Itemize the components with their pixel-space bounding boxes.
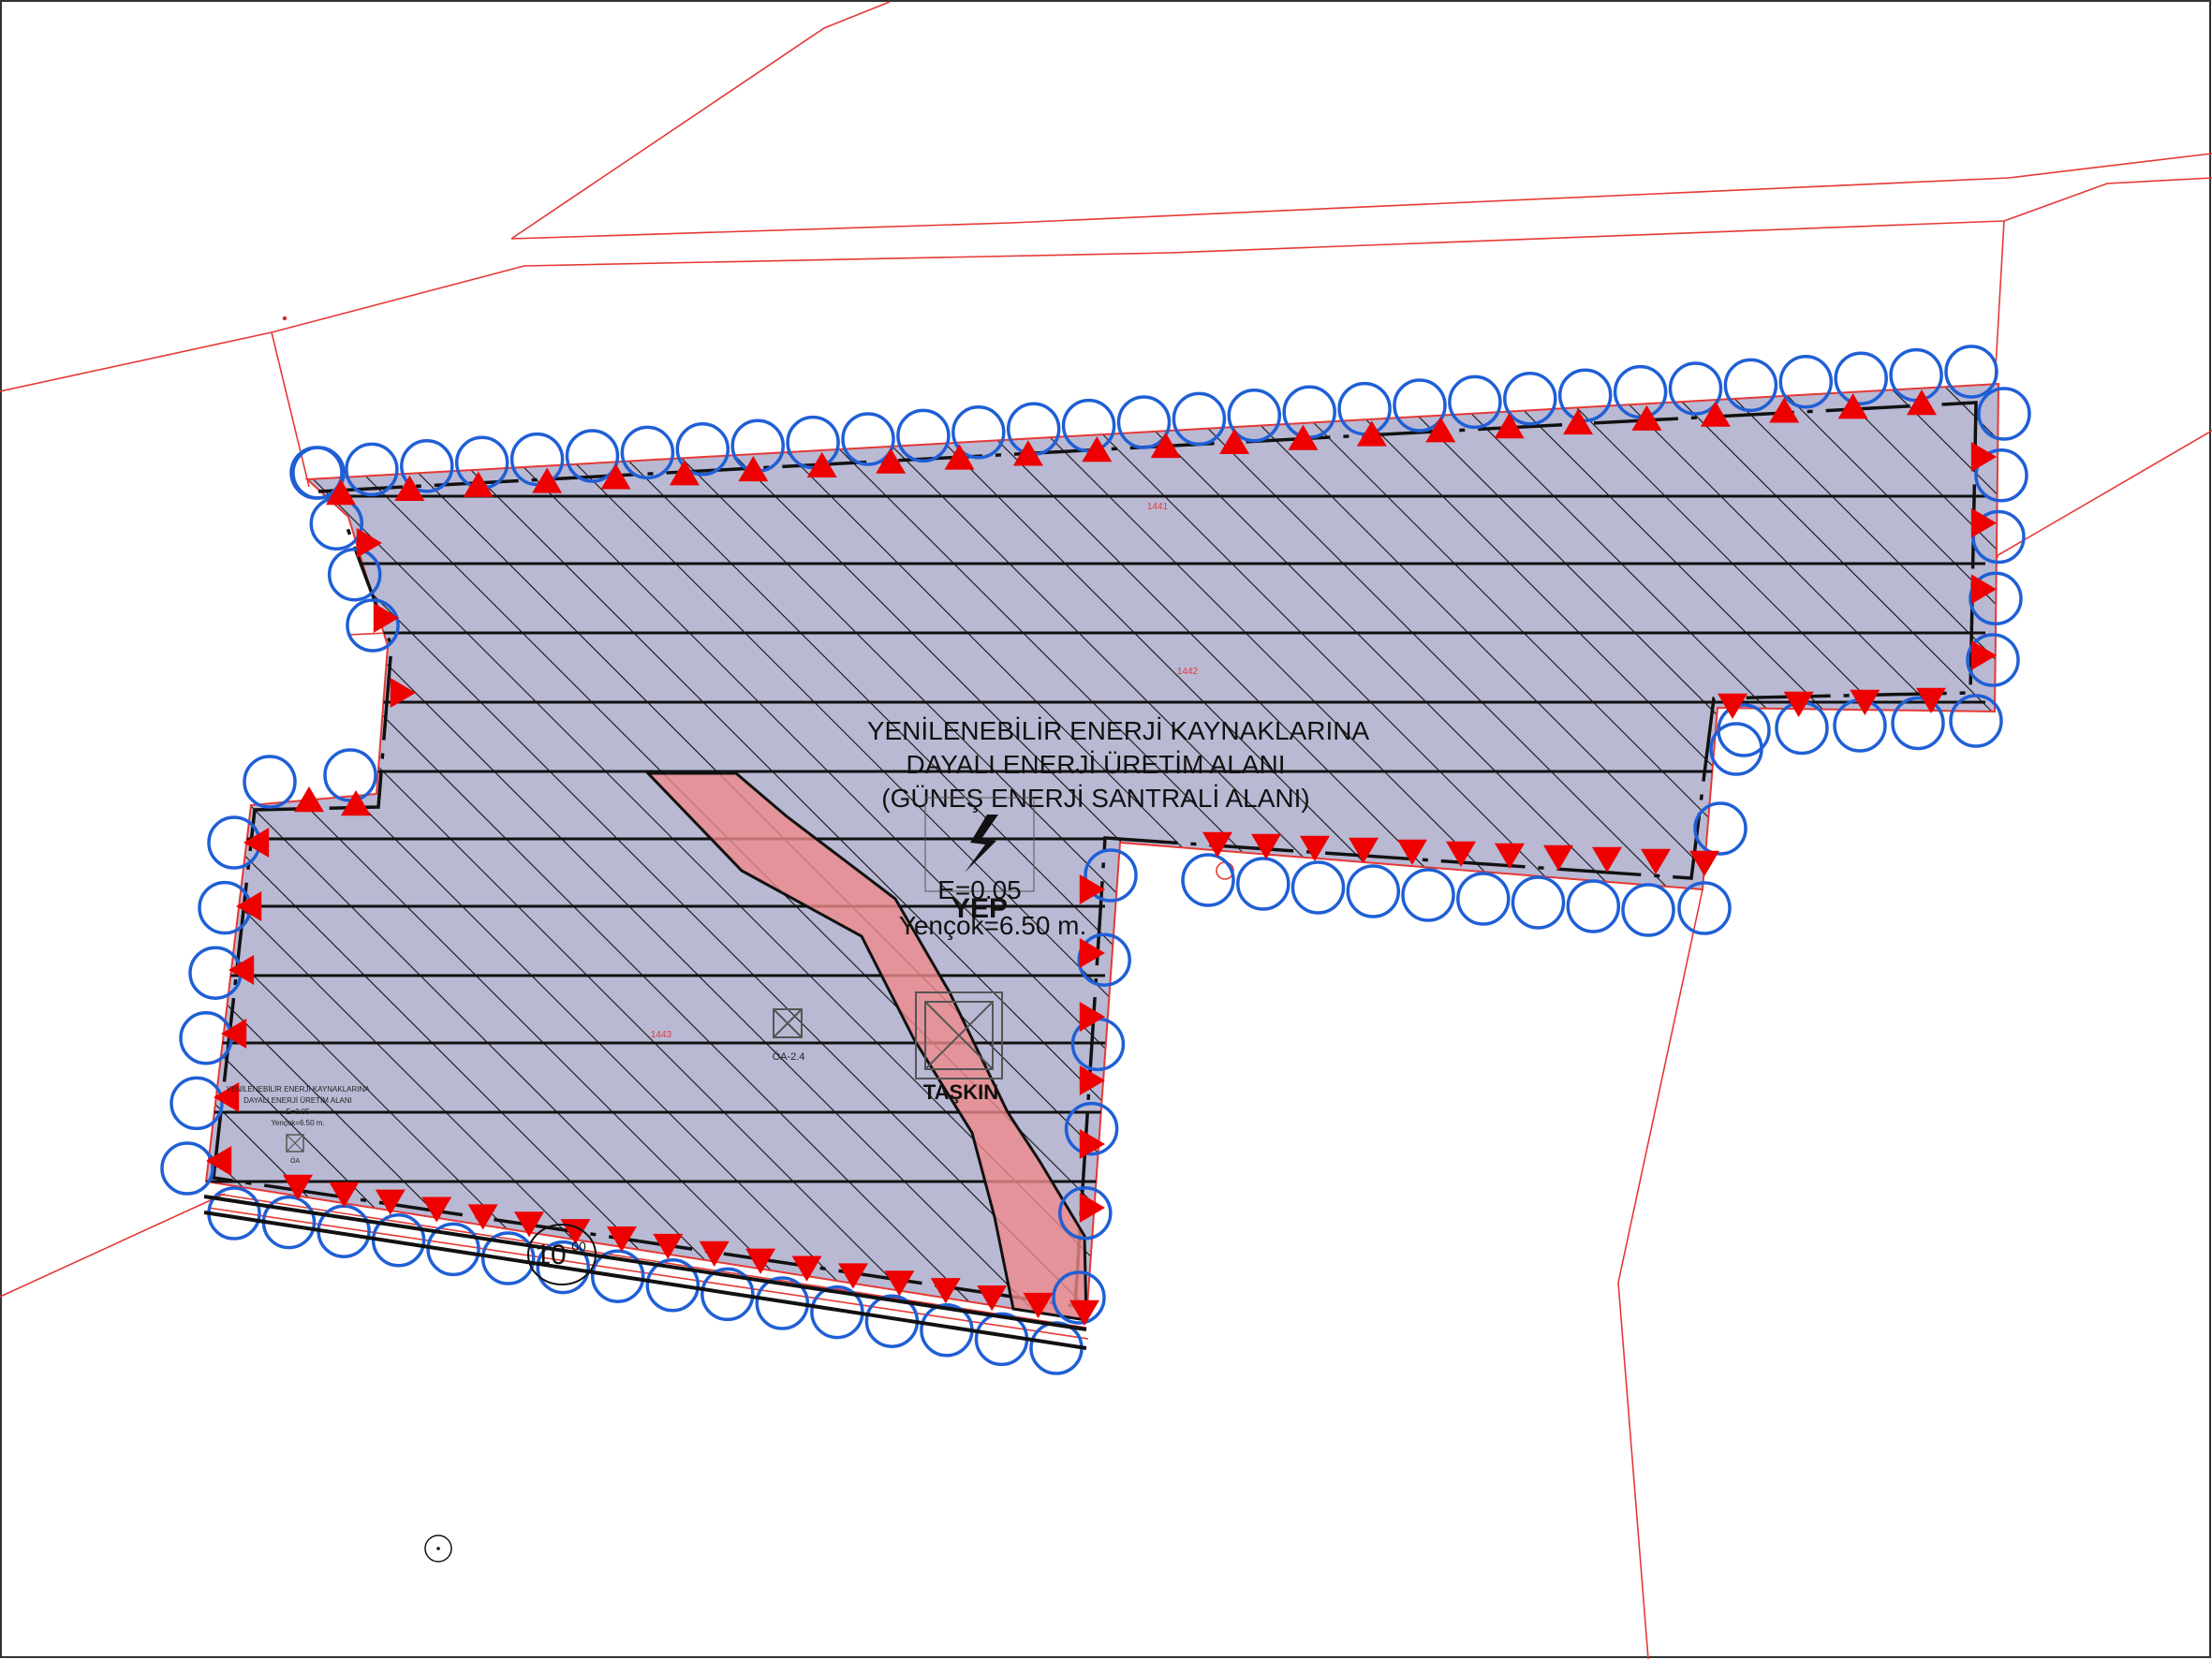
tree-circle-marker [1709,722,1763,776]
setback-value: 10 [535,1240,566,1270]
tree-circle-marker [1401,868,1455,922]
parcel-number-2: 1442 [1177,667,1199,677]
small-note: ÖA-2.4 [773,1051,805,1063]
tree-circle-marker [1236,857,1290,911]
tree-circle-marker [170,1076,224,1131]
mini-legend-line4: Yençok=6.50 m. [271,1119,324,1127]
setback-superscript: 00 [571,1239,586,1254]
mini-legend-line2: DAYALI ENERJİ ÜRETİM ALANI [243,1096,352,1105]
tree-circle-marker [1456,872,1511,926]
parcel-number-1: 1441 [1147,502,1169,512]
parcel-number-3: 1443 [651,1030,672,1040]
tree-circle-marker [1621,883,1675,937]
tree-circle-marker [1511,875,1566,930]
mini-legend-line3: E=0.05 [286,1108,310,1116]
tree-circle-marker [1566,879,1621,933]
tree-circle-marker [160,1141,214,1196]
zone-label-line2: DAYALI ENERJİ ÜRETİM ALANI [906,750,1285,779]
tree-circle-marker [243,755,297,809]
zone-label-line1: YENİLENEBİLİR ENERJİ KAYNAKLARINA [867,716,1370,745]
mini-legend-code: ÖA [290,1157,300,1165]
tree-circle-marker [1346,864,1401,918]
tree-circle-marker [323,748,377,802]
survey-point-icon [424,1534,452,1563]
tree-circle-marker [1290,860,1346,915]
flood-label: TAŞKIN [923,1080,998,1104]
tree-circle-marker [1677,881,1732,935]
mini-legend-line1: YENİLENEBİLİR ENERJİ KAYNAKLARINA [226,1085,370,1094]
zoning-plan-map: YENİLENEBİLİR ENERJİ KAYNAKLARINA DAYALI… [0,0,2212,1659]
height-text: Yençok=6.50 m. [899,911,1087,940]
tree-circle-marker [1181,853,1235,907]
